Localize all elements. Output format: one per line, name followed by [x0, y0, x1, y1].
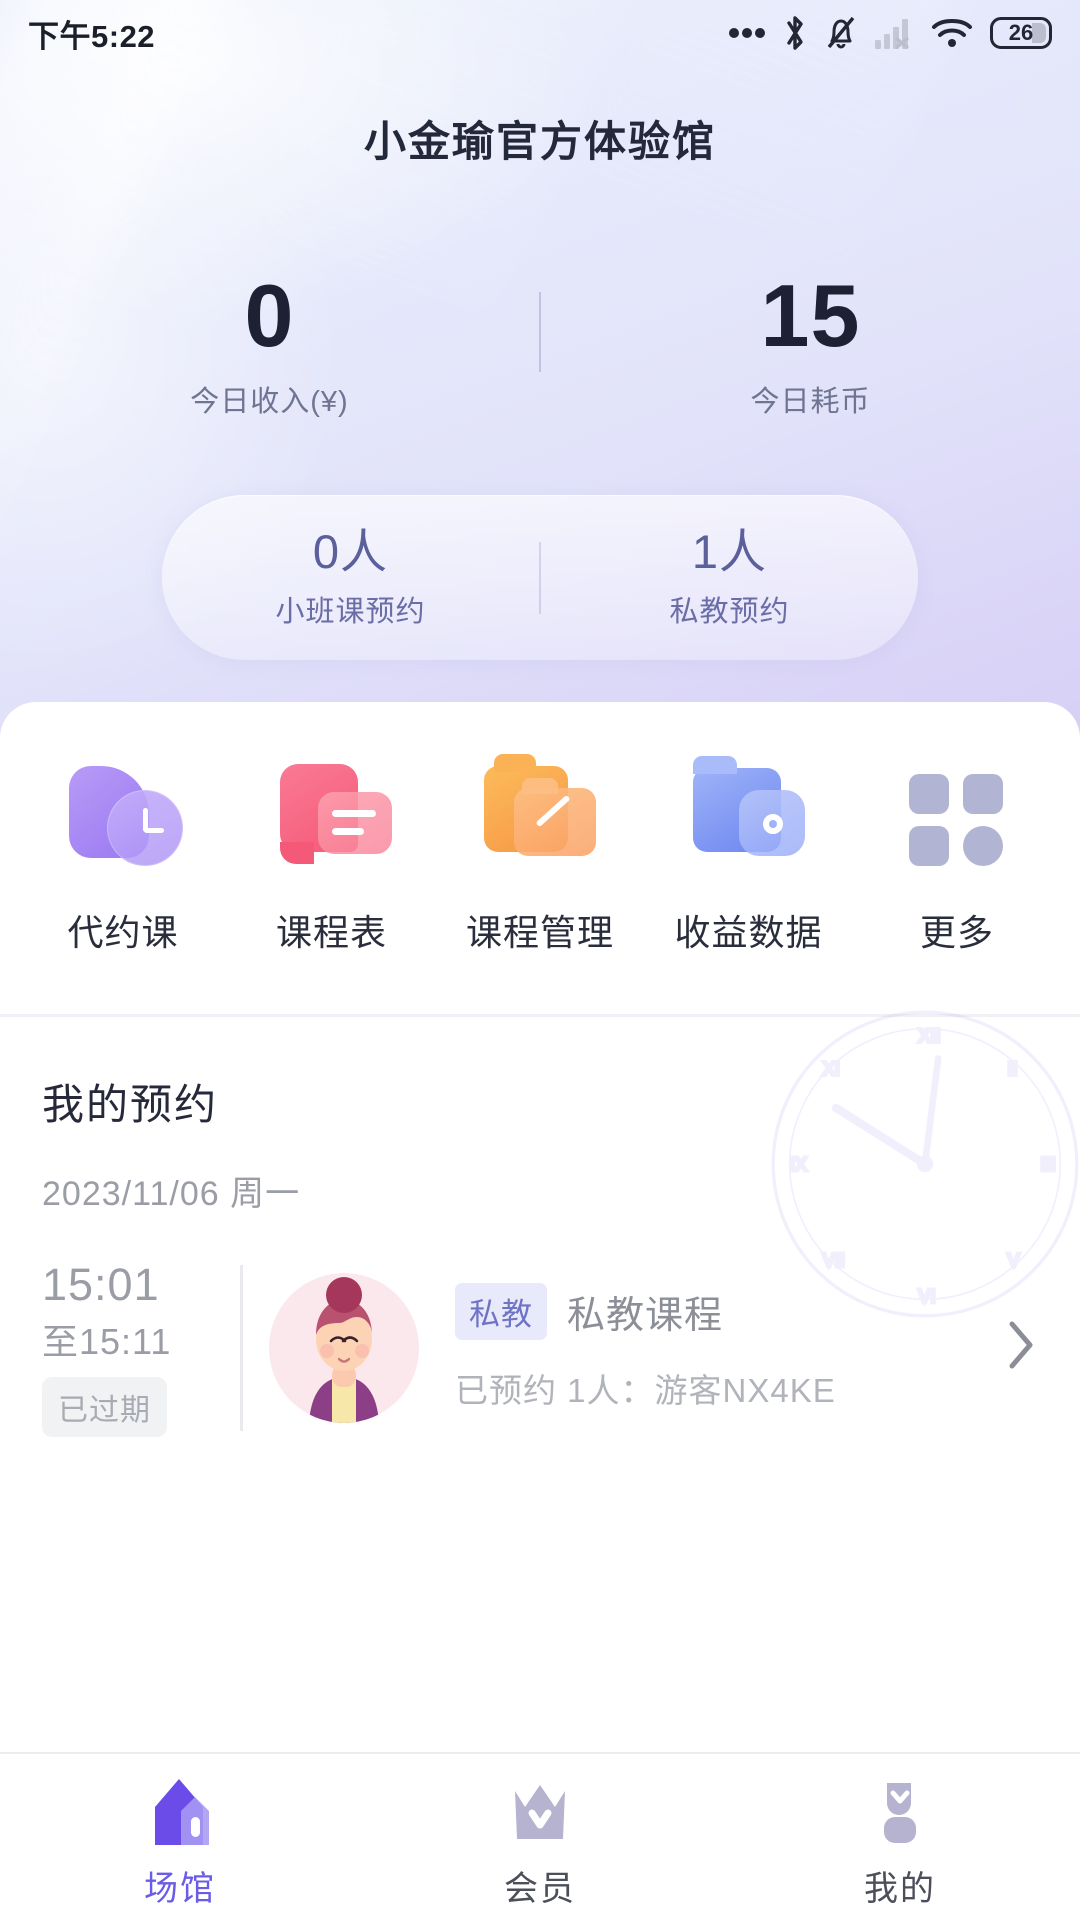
- shortcut-booking[interactable]: 代约课: [26, 760, 220, 956]
- clock-booking-icon: [63, 760, 183, 872]
- stat-value: 15: [760, 266, 861, 365]
- shortcut-label: 代约课: [67, 912, 179, 953]
- svg-text:XII: XII: [918, 1026, 940, 1046]
- section-title: 我的预约: [42, 1081, 219, 1128]
- shortcut-label: 课程表: [275, 912, 387, 953]
- booking-row[interactable]: 15:01 至15:11 已过期 私教 私教课程 已预约 1人：游客NX4KE: [42, 1259, 1038, 1437]
- booking-details: 私教 私教课程 已预约 1人：游客NX4KE: [419, 1283, 978, 1412]
- course-name: 私教课程: [567, 1295, 724, 1338]
- booking-summary-pill[interactable]: 0人 小班课预约 1人 私教预约: [162, 495, 918, 660]
- grid-more-icon: [897, 760, 1017, 872]
- pill-label: 小班课预约: [275, 596, 426, 629]
- pill-value: 0人: [312, 524, 389, 578]
- shortcut-schedule[interactable]: 课程表: [235, 760, 429, 956]
- tab-label: 我的: [864, 1869, 936, 1908]
- stat-value: 0: [244, 266, 295, 365]
- pill-private-bookings[interactable]: 1人 私教预约: [541, 525, 918, 630]
- stat-label: 今日收入(¥): [190, 386, 349, 419]
- tab-profile[interactable]: 我的: [720, 1754, 1080, 1920]
- shortcut-label: 收益数据: [674, 912, 823, 953]
- shortcut-label: 更多: [919, 912, 994, 953]
- bell-muted-icon: [825, 14, 857, 52]
- person-profile-icon: [857, 1771, 943, 1849]
- booking-course-header: 私教 私教课程: [455, 1283, 978, 1341]
- tab-venue[interactable]: 场馆: [0, 1754, 360, 1920]
- shortcut-grid: 代约课 课程表 课程管理 收益数据 更多: [0, 702, 1080, 956]
- bluetooth-icon: [782, 14, 808, 52]
- stat-label: 今日耗币: [750, 386, 871, 419]
- pill-group-class-bookings[interactable]: 0人 小班课预约: [162, 525, 539, 630]
- today-stats: 0 今日收入(¥) 15 今日耗币: [0, 266, 1080, 420]
- schedule-bubble-icon: [272, 760, 392, 872]
- booking-attendees: 已预约 1人：游客NX4KE: [455, 1372, 836, 1410]
- folder-chart-icon: [689, 756, 809, 872]
- my-bookings-section: XII II III V VI VII IX XI 我的预约 2023/11/0…: [0, 1010, 1080, 1437]
- status-badge: 已过期: [42, 1376, 167, 1437]
- page-title: 小金瑜官方体验馆: [363, 118, 716, 165]
- row-divider: [240, 1265, 243, 1431]
- booking-end-time: 至15:11: [42, 1320, 172, 1362]
- home-venue-icon: [137, 1771, 223, 1849]
- chevron-right-icon[interactable]: [978, 1316, 1038, 1379]
- shortcut-label: 课程管理: [465, 912, 614, 953]
- signal-off-icon: [874, 16, 914, 50]
- battery-level-text: 26: [1008, 20, 1034, 45]
- booking-start-time: 15:01: [42, 1259, 160, 1310]
- booking-date: 2023/11/06 周一: [42, 1175, 301, 1213]
- tab-label: 会员: [504, 1869, 576, 1908]
- battery-icon: 26: [990, 17, 1052, 49]
- content-sheet: 代约课 课程表 课程管理 收益数据 更多 XII II III V VI VII…: [0, 702, 1080, 1752]
- pill-label: 私教预约: [669, 596, 790, 629]
- status-bar: 下午5:22 26: [0, 0, 1080, 66]
- stat-today-income: 0 今日收入(¥): [0, 266, 539, 420]
- tab-label: 场馆: [144, 1869, 216, 1908]
- stat-today-coins: 15 今日耗币: [541, 266, 1080, 420]
- shortcut-course-management[interactable]: 课程管理: [443, 754, 637, 956]
- wifi-icon: [931, 16, 973, 50]
- crown-member-icon: [497, 1771, 583, 1849]
- status-bar-clock: 下午5:22: [28, 18, 156, 54]
- bottom-tab-bar: 场馆 会员 我的: [0, 1752, 1080, 1920]
- folder-pen-icon: [480, 754, 600, 872]
- shortcut-more[interactable]: 更多: [860, 760, 1054, 956]
- tab-member[interactable]: 会员: [360, 1754, 720, 1920]
- svg-text:III: III: [1041, 1155, 1056, 1175]
- more-dots-icon: [729, 27, 765, 39]
- booking-time-block: 15:01 至15:11 已过期: [42, 1259, 240, 1437]
- pill-value: 1人: [691, 524, 768, 578]
- status-bar-icons: 26: [729, 14, 1052, 52]
- avatar: [269, 1272, 419, 1423]
- shortcut-revenue-data[interactable]: 收益数据: [652, 756, 846, 956]
- course-type-tag: 私教: [455, 1283, 547, 1341]
